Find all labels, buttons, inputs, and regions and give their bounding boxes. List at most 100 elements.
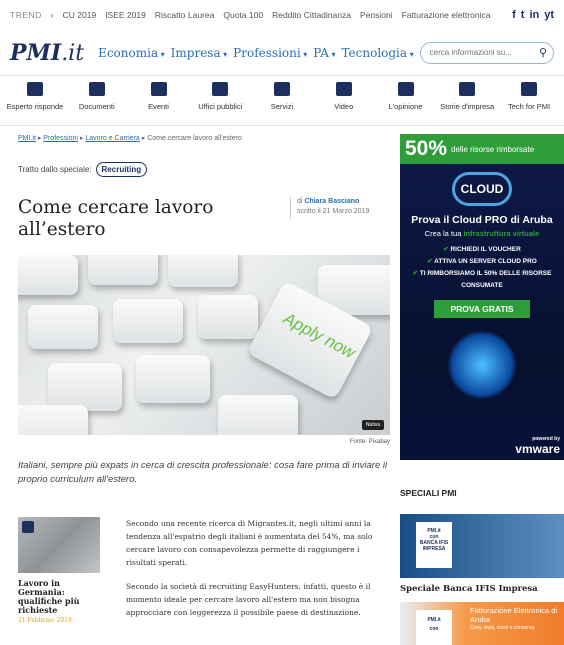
breadcrumb-link[interactable]: PMI.it	[18, 135, 36, 142]
related-date: 21 Febbraio 2019	[18, 617, 72, 624]
ad-sub-prefix: Crea la tua	[424, 229, 462, 238]
related-article[interactable]: Lavoro in Germania: qualifiche più richi…	[18, 517, 100, 630]
vmware-text: vmware	[515, 442, 560, 456]
facebook-icon[interactable]: f	[512, 9, 516, 21]
nav-label: Economia	[98, 45, 159, 60]
cloud-chip-graphic	[447, 330, 517, 400]
recruiting-tag[interactable]: Recruiting	[95, 162, 148, 177]
building-icon	[459, 82, 476, 96]
section-eventi[interactable]: Eventi	[130, 82, 188, 125]
breadcrumb-link[interactable]: Professioni	[43, 135, 78, 142]
image-badge: Nativa	[361, 420, 384, 430]
section-label: Eventi	[148, 102, 169, 111]
keyboard-key	[48, 363, 122, 411]
section-opinione[interactable]: L'opinione	[377, 82, 435, 125]
ad-headline: Prova il Cloud PRO di Aruba	[411, 214, 553, 226]
trend-link[interactable]: Quota 100	[223, 10, 263, 20]
trend-link[interactable]: Reddito Cittadinanza	[272, 10, 351, 20]
speciale-card-ifis[interactable]: PMI.it con BANCA IFIS IMPRESA	[400, 514, 564, 578]
card2-text: Fatturazione Elettronica di Aruba	[470, 606, 558, 624]
trend-link[interactable]: Fatturazione elettronica	[402, 10, 491, 20]
prova-gratis-button[interactable]: PROVA GRATIS	[434, 300, 530, 318]
nav-label: Impresa	[170, 45, 221, 60]
section-label: Servizi	[270, 102, 294, 111]
section-label: Storie d'impresa	[440, 102, 495, 111]
chevron-down-icon: ▾	[407, 49, 414, 59]
cloud-logo-text: CLOUD	[460, 182, 504, 196]
section-storie-impresa[interactable]: Storie d'impresa	[438, 82, 496, 125]
trend-link[interactable]: CU 2019	[63, 10, 97, 20]
breadcrumb-link[interactable]: Lavoro e Carriera	[85, 135, 139, 142]
site-logo[interactable]: PMI.it	[10, 40, 84, 66]
byline: di Chiara Basciano scritto il 21 Marzo 2…	[290, 197, 369, 219]
trend-link[interactable]: Riscatto Laurea	[155, 10, 215, 20]
card-logo: PMI.it con BANCA IFIS IMPRESA	[416, 522, 452, 568]
section-icon-bar: Esperto risponde Documenti Eventi Uffici…	[0, 76, 564, 126]
keyboard-key	[168, 255, 238, 287]
section-label: Tech for PMI	[507, 102, 551, 111]
aruba-cloud-ad[interactable]: 50% delle risorse rimborsate CLOUD Prova …	[400, 134, 564, 460]
trend-link[interactable]: ISEE 2019	[105, 10, 146, 20]
category-icon	[22, 521, 34, 533]
article-paragraph: Secondo la società di recruiting EasyHun…	[126, 582, 371, 617]
chat-icon	[27, 82, 43, 96]
nav-label: PA	[313, 45, 329, 60]
nav-label: Tecnologia	[341, 45, 408, 60]
twitter-icon[interactable]: t	[521, 9, 525, 21]
laptop-icon	[521, 82, 537, 96]
card-logo: PMI.it con	[416, 610, 452, 645]
related-title[interactable]: Lavoro in Germania: qualifiche più richi…	[18, 579, 100, 615]
chevron-down-icon: ▾	[220, 49, 228, 59]
article-title: Come cercare lavoro all’estero	[18, 197, 214, 240]
ad-bullet: RICHIEDI IL VOUCHER	[400, 244, 564, 256]
author-link[interactable]: Chiara Basciano	[304, 198, 359, 205]
search-icon[interactable]: ⚲	[539, 46, 547, 59]
special-label: Tratto dallo speciale:	[18, 165, 92, 174]
section-esperto-risponde[interactable]: Esperto risponde	[6, 82, 64, 125]
nav-professioni[interactable]: Professioni ▾	[233, 46, 307, 60]
trend-link[interactable]: Pensioni	[360, 10, 393, 20]
search-input[interactable]	[429, 48, 530, 57]
section-uffici-pubblici[interactable]: Uffici pubblici	[191, 82, 249, 125]
trend-bar: TREND › CU 2019 ISEE 2019 Riscatto Laure…	[10, 9, 554, 21]
section-documenti[interactable]: Documenti	[68, 82, 126, 125]
card-with: con	[429, 626, 439, 632]
nav-impresa[interactable]: Impresa ▾	[171, 46, 228, 60]
ad-percent-text: delle risorse rimborsate	[451, 144, 535, 154]
speciale-title[interactable]: Speciale Banca IFIS Impresa	[400, 584, 564, 594]
calendar-icon	[150, 82, 167, 96]
by-prefix: di	[297, 198, 303, 205]
breadcrumb-current: Come cercare lavoro all'estero	[147, 135, 242, 142]
section-label: Esperto risponde	[6, 102, 64, 111]
nav-label: Professioni	[233, 45, 301, 60]
section-label: L'opinione	[388, 102, 423, 111]
keyboard-key	[113, 299, 183, 343]
linkedin-icon[interactable]: in	[529, 9, 539, 21]
ad-subline: Crea la tua infrastruttura virtuale	[400, 229, 564, 238]
section-servizi[interactable]: Servizi	[253, 82, 311, 125]
trend-label: TREND	[10, 10, 42, 20]
card-brand: PMI.it	[427, 617, 441, 623]
section-label: Video	[334, 102, 354, 111]
nav-tecnologia[interactable]: Tecnologia ▾	[341, 46, 413, 60]
play-icon	[335, 82, 352, 96]
speciali-heading: SPECIALI PMI	[400, 488, 457, 498]
ad-bullet: ATTIVA UN SERVER CLOUD PRO	[400, 256, 564, 268]
speciale-card-aruba[interactable]: PMI.it con Fatturazione Elettronica di Ar…	[400, 602, 564, 645]
nav-pa[interactable]: PA ▾	[313, 46, 335, 60]
section-tech-for-pmi[interactable]: Tech for PMI	[500, 82, 558, 125]
article-lower: Lavoro in Germania: qualifiche più richi…	[18, 517, 390, 630]
chevron-down-icon: ▾	[328, 49, 336, 59]
chevron-down-icon: ▾	[158, 49, 165, 59]
card-partner: BANCA IFIS IMPRESA	[419, 540, 449, 552]
keyboard-key	[88, 255, 158, 285]
keyboard-key	[218, 395, 298, 435]
person-icon	[212, 82, 229, 96]
image-source: Fonte: Pixabay	[349, 439, 390, 445]
cloud-logo: CLOUD	[452, 172, 512, 206]
youtube-icon[interactable]: yt	[544, 9, 554, 21]
section-video[interactable]: Video	[315, 82, 373, 125]
nav-economia[interactable]: Economia ▾	[98, 46, 165, 60]
article-date: scritto il 21 Marzo 2019	[297, 208, 370, 215]
main-nav: PMI.it Economia ▾ Impresa ▾ Professioni …	[0, 30, 564, 76]
